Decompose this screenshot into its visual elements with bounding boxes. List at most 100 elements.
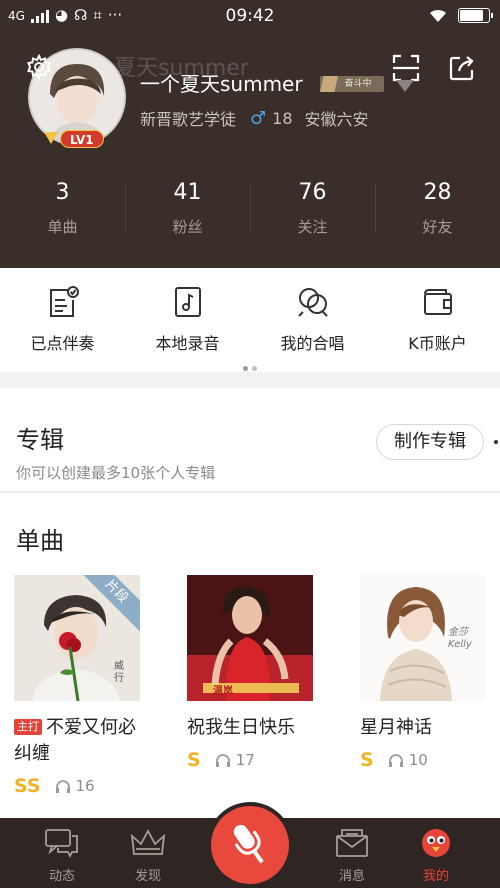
album-title: 专辑: [16, 426, 64, 454]
user-location: 安徽六安: [304, 110, 369, 129]
profile-header: 4G ◕ ☊ ⌗ ··· 09:42 一个夏天summer LV1 一个夏天su…: [0, 0, 500, 268]
tab-messages[interactable]: 消息: [312, 828, 392, 884]
diamond-icon: [396, 80, 414, 92]
crown-icon: [130, 829, 166, 855]
fight-badge-label: 奋斗中: [344, 79, 372, 89]
quick-actions-row: 已点伴奏 本地录音 我的合唱 K币账户: [0, 268, 500, 358]
action-label: 本地录音: [155, 334, 220, 353]
stat-following[interactable]: 76 关注: [250, 178, 375, 242]
male-icon: ♂: [250, 107, 267, 129]
fight-badge: 奋斗中: [320, 76, 384, 92]
stat-value: 3: [55, 180, 70, 205]
stat-label: 好友: [422, 218, 453, 236]
duet-icon: [297, 288, 328, 317]
stat-fans[interactable]: 41 粉丝: [125, 178, 250, 242]
tab-mine[interactable]: 我的: [396, 828, 476, 884]
hit-badge: 主打: [14, 719, 42, 735]
song-title: 星月神话: [360, 717, 432, 738]
checklist-icon: [49, 286, 79, 317]
song-card[interactable]: 温岚 祝我生日快乐 S 17: [187, 575, 313, 771]
user-age: 18: [272, 108, 293, 128]
tab-label: 消息: [338, 869, 365, 884]
stat-label: 单曲: [47, 218, 78, 236]
status-bar: 4G ◕ ☊ ⌗ ··· 09:42: [0, 0, 500, 34]
chat-icon: [45, 829, 78, 859]
battery-icon: [458, 8, 493, 23]
make-album-button[interactable]: 制作专辑: [376, 424, 484, 460]
headphones-icon: [215, 754, 230, 767]
page-indicator: [0, 356, 500, 375]
action-label: K币账户: [408, 334, 467, 353]
singles-section: 单曲 片段 威行 主打 不爱又何必纠缠 SS 16 温岚 祝我生日快乐 S 17…: [0, 493, 500, 818]
song-title-line: 祝我生日快乐: [187, 715, 313, 741]
action-local-recording[interactable]: 本地录音: [125, 268, 250, 358]
play-count: 16: [75, 777, 95, 795]
tab-label: 动态: [48, 869, 75, 884]
song-meta: S 10: [360, 749, 486, 771]
cover-signature: 温岚: [213, 686, 233, 697]
profile-bird-icon: [422, 829, 450, 857]
battery-fill: [460, 10, 483, 21]
status-right: [428, 8, 493, 23]
cover-signature: 威行: [114, 661, 124, 684]
headphones-icon: [388, 754, 403, 767]
tab-label: 我的: [422, 869, 449, 884]
tab-label: 发现: [134, 869, 161, 884]
username: 一个夏天summer: [140, 72, 303, 96]
stat-label: 关注: [297, 218, 328, 236]
stat-singles[interactable]: 3 单曲: [0, 178, 125, 242]
page-dot-active: [243, 366, 248, 371]
action-kcoin-account[interactable]: K币账户: [375, 268, 500, 358]
score-grade: S: [187, 749, 201, 771]
quick-actions: 已点伴奏 本地录音 我的合唱 K币账户: [0, 268, 500, 372]
stat-friends[interactable]: 28 好友: [375, 178, 500, 242]
song-meta: S 17: [187, 749, 313, 771]
play-count: 10: [408, 751, 428, 769]
cover-art-icon: [187, 575, 313, 701]
singer-title: 新晋歌艺学徒: [140, 110, 237, 129]
song-meta: SS 16: [14, 775, 140, 797]
sing-button[interactable]: [211, 806, 289, 884]
gear-icon[interactable]: [26, 54, 52, 80]
score-grade: SS: [14, 775, 41, 797]
headphones-icon: [55, 780, 70, 793]
action-my-duets[interactable]: 我的合唱: [250, 268, 375, 358]
share-icon[interactable]: [448, 54, 476, 82]
wifi-icon: [430, 9, 446, 22]
clock: 09:42: [225, 6, 275, 26]
page-dot: [252, 366, 257, 371]
action-label: 我的合唱: [280, 334, 345, 353]
tab-feed[interactable]: 动态: [22, 828, 102, 884]
wallet-icon: [423, 289, 452, 315]
song-card[interactable]: 片段 威行 主打 不爱又何必纠缠 SS 16: [14, 575, 140, 797]
action-label: 已点伴奏: [30, 334, 95, 353]
score-grade: S: [360, 749, 374, 771]
play-count: 17: [235, 751, 255, 769]
scan-icon[interactable]: [392, 54, 420, 82]
song-cover: 片段 威行: [14, 575, 140, 701]
stat-value: 41: [173, 180, 202, 205]
profile-info-line: 新晋歌艺学徒 ♂ 18 安徽六安: [140, 106, 369, 130]
mail-icon: [336, 829, 368, 857]
level-badge: LV1: [60, 130, 104, 148]
song-title-line: 星月神话: [360, 715, 486, 741]
cover-signature: 金莎 Kelly: [448, 627, 472, 650]
music-file-icon: [174, 287, 201, 317]
singles-title: 单曲: [16, 527, 64, 555]
microphone-icon: [233, 824, 264, 864]
song-card[interactable]: 金莎 Kelly 星月神话 S 10: [360, 575, 486, 771]
album-subtitle: 你可以创建最多10张个人专辑: [16, 464, 216, 482]
vip-crown-icon: [44, 132, 58, 144]
action-ordered-accompaniment[interactable]: 已点伴奏: [0, 268, 125, 358]
song-cover: 温岚: [187, 575, 313, 701]
tab-discover[interactable]: 发现: [108, 828, 188, 884]
more-dot-icon: [494, 440, 498, 444]
profile-stats: 3 单曲 41 粉丝 76 关注 28 好友: [0, 178, 500, 242]
song-title: 祝我生日快乐: [187, 717, 295, 738]
album-section: 专辑 你可以创建最多10张个人专辑 制作专辑: [0, 388, 500, 492]
song-cover: 金莎 Kelly: [360, 575, 486, 701]
stat-label: 粉丝: [172, 218, 203, 236]
stat-value: 76: [298, 180, 327, 205]
song-title-line: 主打 不爱又何必纠缠: [14, 715, 140, 767]
stat-value: 28: [423, 180, 452, 205]
